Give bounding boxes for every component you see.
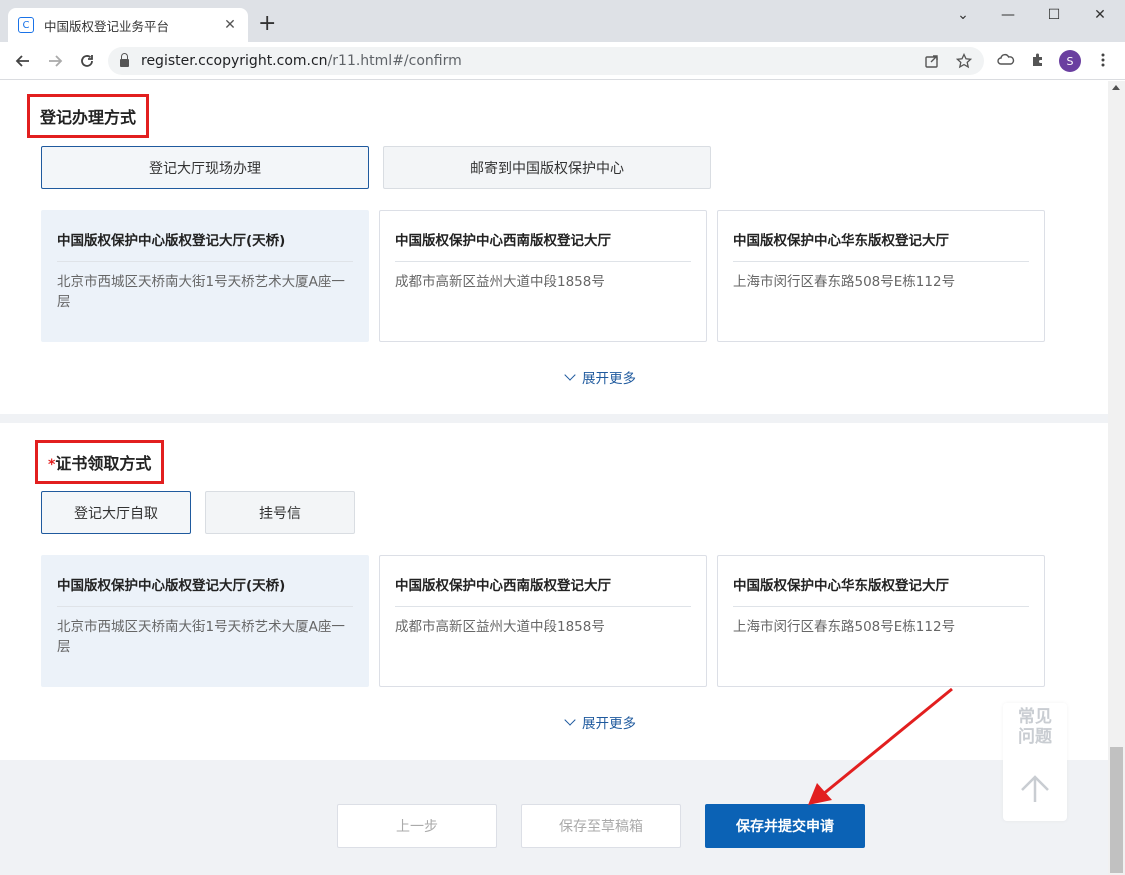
chevron-down-icon (564, 369, 576, 381)
annotation-arrow (808, 687, 953, 805)
option-mail-to-center[interactable]: 邮寄到中国版权保护中心 (383, 146, 711, 189)
faq-label[interactable]: 常见 问题 (1003, 707, 1067, 747)
forward-button[interactable] (42, 48, 68, 74)
hall-address: 北京市西城区天桥南大街1号天桥艺术大厦A座一层 (57, 274, 345, 310)
registration-method-title: 登记办理方式 (27, 94, 150, 138)
extension-cloud-icon[interactable] (997, 52, 1015, 68)
page-content: 登记办理方式 登记大厅现场办理 邮寄到中国版权保护中心 中国版权保护中心版权登记… (0, 81, 1108, 875)
hall-name: 中国版权保护中心版权登记大厅(天桥) (57, 229, 353, 262)
back-to-top-button[interactable] (1003, 769, 1067, 809)
hall-name: 中国版权保护中心西南版权登记大厅 (395, 574, 691, 607)
arrow-up-icon (1021, 775, 1049, 802)
hall-address: 上海市闵行区春东路508号E栋112号 (733, 619, 956, 635)
section-divider (0, 414, 1108, 423)
save-and-submit-button[interactable]: 保存并提交申请 (705, 804, 865, 848)
hall-name: 中国版权保护中心华东版权登记大厅 (733, 574, 1029, 607)
back-arrow-icon (15, 55, 29, 67)
profile-avatar[interactable]: S (1059, 50, 1081, 72)
expand-more-link[interactable]: 展开更多 (564, 367, 636, 387)
address-bar[interactable]: register.ccopyright.com.cn/r11.html#/con… (108, 47, 984, 75)
hall-card-southwest[interactable]: 中国版权保护中心西南版权登记大厅 成都市高新区益州大道中段1858号 (379, 210, 707, 342)
expand-more-label: 展开更多 (582, 716, 636, 732)
forward-arrow-icon (49, 55, 63, 67)
close-window-button[interactable]: ✕ (1080, 4, 1120, 26)
new-tab-button[interactable]: + (258, 13, 276, 35)
minimize-button[interactable]: — (988, 4, 1028, 26)
hall-name: 中国版权保护中心版权登记大厅(天桥) (57, 574, 353, 607)
lock-icon (120, 53, 129, 67)
extensions-puzzle-icon[interactable] (1030, 52, 1046, 68)
browser-tab[interactable]: C 中国版权登记业务平台 ✕ (8, 8, 248, 42)
hall-address: 上海市闵行区春东路508号E栋112号 (733, 274, 956, 290)
url-host: register.ccopyright.com.cn (141, 53, 328, 69)
share-icon[interactable] (924, 53, 940, 69)
reload-button[interactable] (74, 48, 100, 74)
bookmark-star-icon[interactable] (956, 53, 972, 69)
pickup-hall-card-southwest[interactable]: 中国版权保护中心西南版权登记大厅 成都市高新区益州大道中段1858号 (379, 555, 707, 687)
prev-step-button[interactable]: 上一步 (337, 804, 497, 848)
faq-label-line1: 常见 (1018, 707, 1052, 727)
hall-address: 成都市高新区益州大道中段1858号 (395, 274, 605, 290)
pickup-hall-card-tianqiao[interactable]: 中国版权保护中心版权登记大厅(天桥) 北京市西城区天桥南大街1号天桥艺术大厦A座… (41, 555, 369, 687)
option-registered-mail[interactable]: 挂号信 (205, 491, 355, 534)
browser-tab-bar: C 中国版权登记业务平台 ✕ + ⌄ — ☐ ✕ (0, 0, 1125, 42)
expand-more-label: 展开更多 (582, 371, 636, 387)
registration-method-title-text: 登记办理方式 (40, 108, 137, 127)
reload-icon (81, 55, 93, 67)
tab-search-icon[interactable]: ⌄ (943, 4, 983, 26)
expand-more-link-pickup[interactable]: 展开更多 (564, 712, 636, 732)
certificate-method-title-text: 证书领取方式 (55, 454, 152, 473)
faq-widget[interactable]: 常见 问题 (1003, 703, 1067, 821)
more-menu-icon[interactable] (1095, 52, 1111, 68)
option-self-pickup[interactable]: 登记大厅自取 (41, 491, 191, 534)
url-text[interactable]: register.ccopyright.com.cn/r11.html#/con… (141, 53, 914, 69)
tab-close-icon[interactable]: ✕ (222, 17, 238, 33)
scroll-thumb[interactable] (1110, 747, 1123, 873)
option-onsite-hall[interactable]: 登记大厅现场办理 (41, 146, 369, 189)
url-path: /r11.html#/confirm (327, 53, 462, 69)
certificate-method-title: *证书领取方式 (35, 440, 165, 484)
hall-card-tianqiao[interactable]: 中国版权保护中心版权登记大厅(天桥) 北京市西城区天桥南大街1号天桥艺术大厦A座… (41, 210, 369, 342)
hall-card-east[interactable]: 中国版权保护中心华东版权登记大厅 上海市闵行区春东路508号E栋112号 (717, 210, 1045, 342)
hall-address: 北京市西城区天桥南大街1号天桥艺术大厦A座一层 (57, 619, 345, 655)
page-scrollbar[interactable] (1108, 81, 1125, 875)
hall-name: 中国版权保护中心西南版权登记大厅 (395, 229, 691, 262)
faq-label-line2: 问题 (1018, 727, 1052, 747)
pickup-hall-card-east[interactable]: 中国版权保护中心华东版权登记大厅 上海市闵行区春东路508号E栋112号 (717, 555, 1045, 687)
tab-title: 中国版权登记业务平台 (44, 18, 170, 34)
maximize-button[interactable]: ☐ (1034, 4, 1074, 26)
chevron-down-icon (564, 714, 576, 726)
hall-address: 成都市高新区益州大道中段1858号 (395, 619, 605, 635)
site-favicon-icon: C (18, 17, 34, 33)
save-draft-button[interactable]: 保存至草稿箱 (521, 804, 681, 848)
hall-name: 中国版权保护中心华东版权登记大厅 (733, 229, 1029, 262)
scroll-up-arrow-icon[interactable] (1112, 85, 1120, 90)
back-button[interactable] (10, 48, 36, 74)
browser-toolbar: register.ccopyright.com.cn/r11.html#/con… (0, 42, 1125, 80)
